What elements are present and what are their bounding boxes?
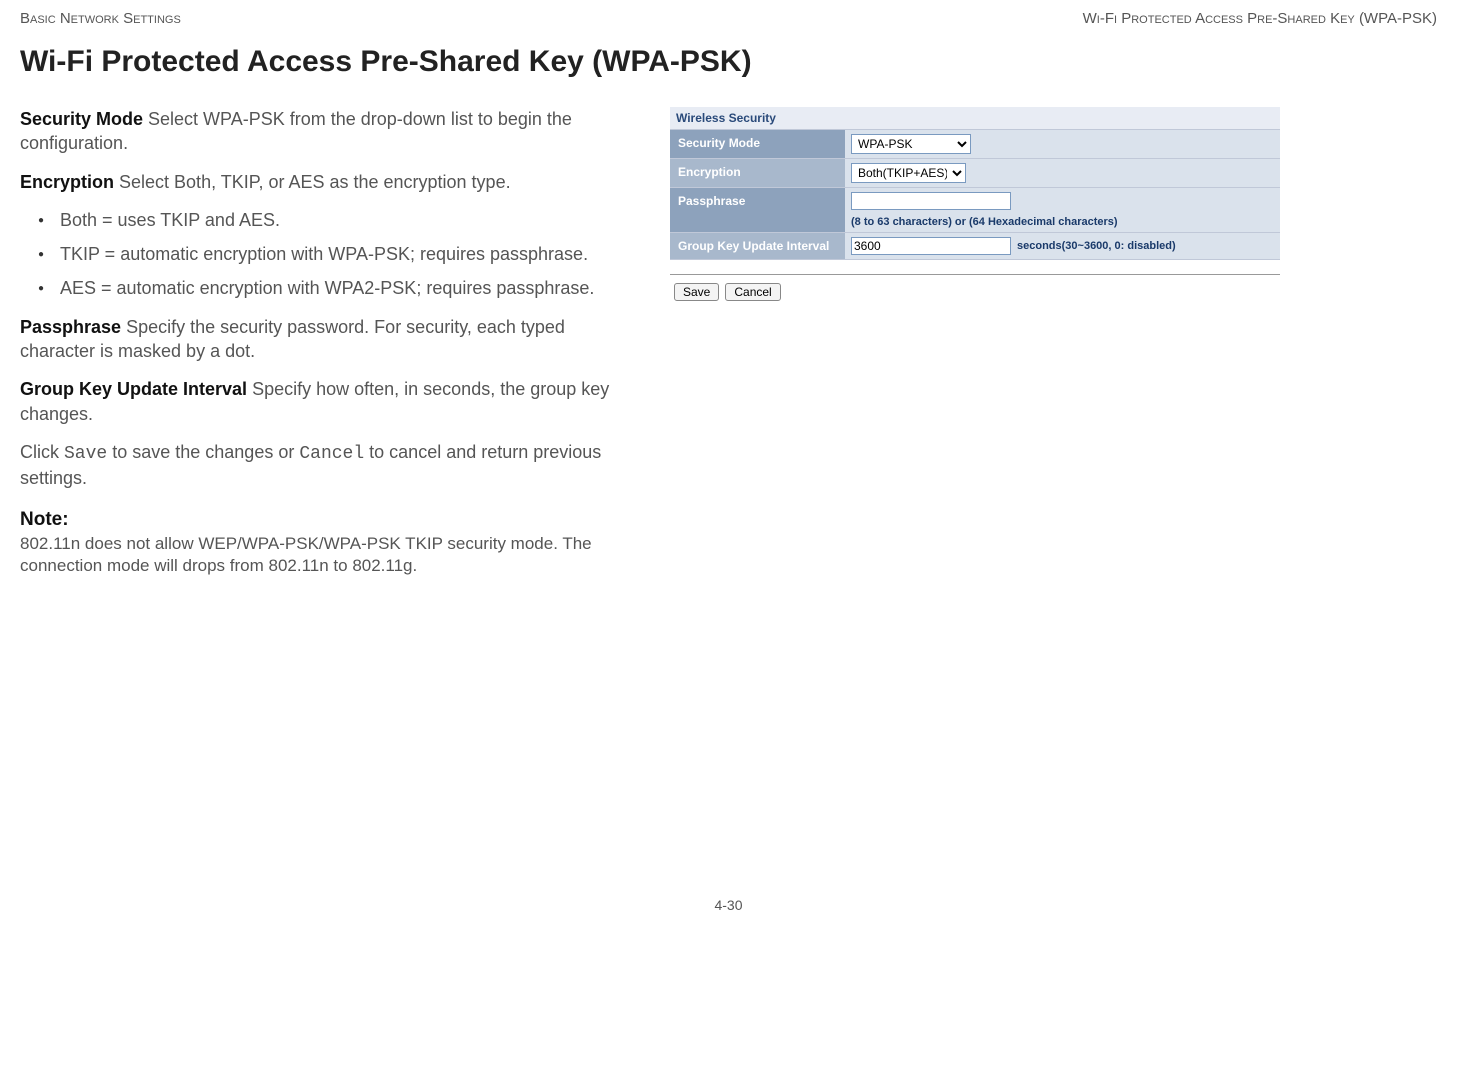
- page-header: Basic Network Settings Wi-Fi Protected A…: [20, 10, 1437, 27]
- button-row: Save Cancel: [670, 283, 1280, 301]
- cancel-word: Cancel: [299, 444, 364, 464]
- note-text: 802.11n does not allow WEP/WPA-PSK/WPA-P…: [20, 533, 640, 577]
- text-fragment: Click: [20, 442, 64, 462]
- passphrase-term: Passphrase: [20, 317, 121, 337]
- row-interval: Group Key Update Interval seconds(30~360…: [670, 233, 1280, 260]
- list-item: AES = automatic encryption with WPA2-PSK…: [60, 276, 640, 300]
- security-mode-select[interactable]: WPA-PSK: [851, 134, 971, 154]
- security-mode-paragraph: Security Mode Select WPA-PSK from the dr…: [20, 107, 640, 156]
- save-button[interactable]: Save: [674, 283, 719, 301]
- encryption-select[interactable]: Both(TKIP+AES): [851, 163, 966, 183]
- label-encryption: Encryption: [670, 159, 845, 185]
- screenshot-column: Wireless Security Security Mode WPA-PSK …: [670, 107, 1437, 577]
- description-column: Security Mode Select WPA-PSK from the dr…: [20, 107, 640, 577]
- header-left: Basic Network Settings: [20, 10, 181, 27]
- note-label: Note:: [20, 509, 640, 531]
- interval-hint: seconds(30~3600, 0: disabled): [1017, 240, 1176, 252]
- gkui-paragraph: Group Key Update Interval Specify how of…: [20, 377, 640, 426]
- list-item: TKIP = automatic encryption with WPA-PSK…: [60, 242, 640, 266]
- passphrase-input[interactable]: [851, 192, 1011, 210]
- panel-divider: [670, 274, 1280, 275]
- panel-section-title: Wireless Security: [670, 107, 1280, 130]
- label-interval: Group Key Update Interval: [670, 233, 845, 259]
- cancel-button[interactable]: Cancel: [725, 283, 780, 301]
- header-right: Wi-Fi Protected Access Pre-Shared Key (W…: [1083, 10, 1437, 27]
- row-passphrase: Passphrase (8 to 63 characters) or (64 H…: [670, 188, 1280, 233]
- encryption-bullet-list: Both = uses TKIP and AES. TKIP = automat…: [20, 208, 640, 301]
- row-security-mode: Security Mode WPA-PSK: [670, 130, 1280, 159]
- save-cancel-paragraph: Click Save to save the changes or Cancel…: [20, 440, 640, 491]
- wireless-security-panel: Wireless Security Security Mode WPA-PSK …: [670, 107, 1280, 301]
- passphrase-paragraph: Passphrase Specify the security password…: [20, 315, 640, 364]
- encryption-term: Encryption: [20, 172, 114, 192]
- page-title: Wi-Fi Protected Access Pre-Shared Key (W…: [20, 45, 1437, 79]
- gkui-term: Group Key Update Interval: [20, 379, 247, 399]
- encryption-paragraph: Encryption Select Both, TKIP, or AES as …: [20, 170, 640, 194]
- list-item: Both = uses TKIP and AES.: [60, 208, 640, 232]
- security-mode-term: Security Mode: [20, 109, 143, 129]
- label-security-mode: Security Mode: [670, 130, 845, 156]
- text-fragment: to save the changes or: [107, 442, 299, 462]
- passphrase-hint: (8 to 63 characters) or (64 Hexadecimal …: [851, 216, 1118, 228]
- save-word: Save: [64, 444, 107, 464]
- page-number: 4-30: [20, 897, 1437, 913]
- label-passphrase: Passphrase: [670, 188, 845, 214]
- interval-input[interactable]: [851, 237, 1011, 255]
- encryption-desc: Select Both, TKIP, or AES as the encrypt…: [114, 172, 511, 192]
- row-encryption: Encryption Both(TKIP+AES): [670, 159, 1280, 188]
